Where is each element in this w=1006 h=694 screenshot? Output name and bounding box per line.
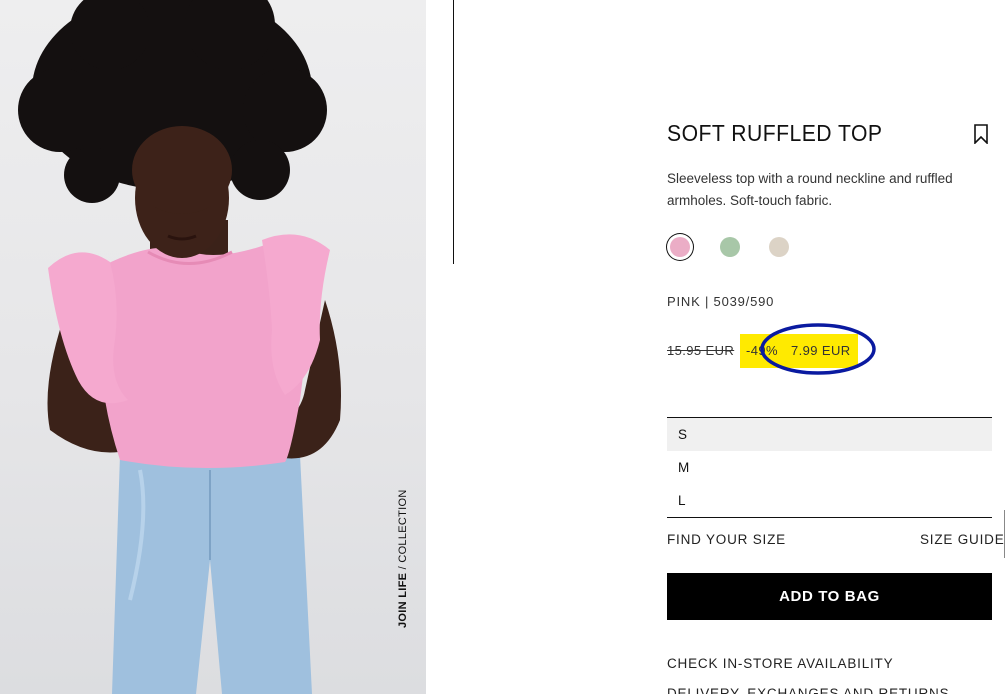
- swatch-green[interactable]: [720, 237, 740, 257]
- size-guide-link[interactable]: SIZE GUIDE: [920, 532, 1005, 547]
- size-option-m[interactable]: M: [667, 451, 992, 484]
- size-selector: S M L: [667, 417, 992, 518]
- product-page: JOIN LIFE / COLLECTION SOFT RUFFLED TOP …: [0, 0, 1006, 694]
- swatch-beige[interactable]: [769, 237, 789, 257]
- check-store-availability-link[interactable]: CHECK IN-STORE AVAILABILITY: [667, 656, 893, 671]
- old-price: 15.95 EUR: [667, 343, 735, 358]
- model-illustration: [18, 0, 341, 694]
- size-option-l[interactable]: L: [667, 484, 992, 517]
- find-your-size-link[interactable]: FIND YOUR SIZE: [667, 532, 786, 547]
- size-option-s[interactable]: S: [667, 418, 992, 451]
- caption-brand: JOIN LIFE: [397, 572, 409, 628]
- swatch-pink[interactable]: [670, 237, 690, 257]
- delivery-returns-link[interactable]: DELIVERY, EXCHANGES AND RETURNS: [667, 686, 949, 694]
- add-to-bag-button[interactable]: ADD TO BAG: [667, 573, 992, 620]
- discount-badge: -49%: [746, 343, 778, 358]
- color-reference: PINK | 5039/590: [667, 294, 775, 309]
- bookmark-icon[interactable]: [973, 124, 989, 144]
- caption-collection: / COLLECTION: [397, 489, 409, 573]
- product-description: Sleeveless top with a round neckline and…: [667, 171, 953, 208]
- sale-price: 7.99 EUR: [791, 343, 851, 358]
- divider-line: [453, 0, 454, 264]
- product-photo: JOIN LIFE / COLLECTION: [0, 0, 426, 694]
- product-title: SOFT RUFFLED TOP: [667, 120, 883, 146]
- collection-caption: JOIN LIFE / COLLECTION: [397, 489, 409, 628]
